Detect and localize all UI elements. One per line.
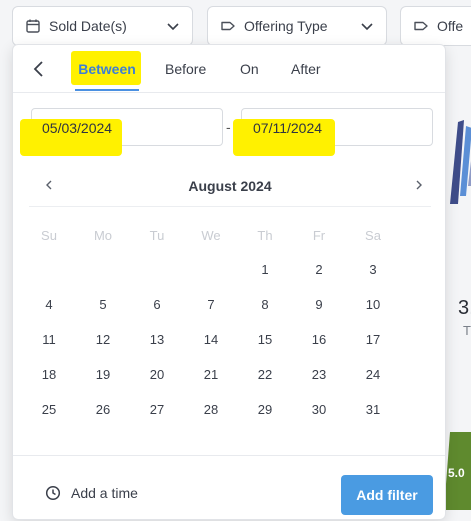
calendar-day[interactable]: 26 [83,402,123,417]
offering-filter-truncated[interactable]: Offe [400,6,471,46]
calendar-day[interactable]: 18 [29,367,69,382]
weekday-label: Th [257,228,273,243]
chevron-down-icon [167,23,179,31]
sold-dates-filter[interactable]: Sold Date(s) [12,6,193,46]
sold-dates-label: Sold Date(s) [49,18,127,34]
calendar-day[interactable]: 17 [353,332,393,347]
calendar-day[interactable]: 1 [245,262,285,277]
offering-type-filter[interactable]: Offering Type [207,6,387,46]
calendar-day[interactable]: 19 [83,367,123,382]
month-navigator: August 2024 [29,165,431,207]
weekday-label: Mo [93,228,113,243]
calendar-day[interactable]: 5 [83,297,123,312]
weekday-label: Fr [312,228,326,243]
end-date-input[interactable]: 07/11/2024 [233,108,433,156]
calendar-day[interactable]: 21 [191,367,231,382]
calendar-day[interactable]: 12 [83,332,123,347]
calendar-day[interactable]: 29 [245,402,285,417]
calendar-day[interactable]: 28 [191,402,231,417]
add-time-label: Add a time [71,485,138,501]
weekday-label: We [201,228,221,243]
tab-after[interactable]: After [291,61,321,77]
background-percent: 5.0 [448,466,465,480]
calendar-day[interactable]: 2 [299,262,339,277]
calendar-day[interactable]: 8 [245,297,285,312]
chevron-down-icon [361,23,373,31]
calendar-icon [26,19,40,33]
weekday-label: Sa [365,228,381,243]
calendar-day[interactable]: 27 [137,402,177,417]
calendar-day[interactable]: 7 [191,297,231,312]
weekday-label: Su [41,228,57,243]
calendar-day[interactable]: 30 [299,402,339,417]
tab-between[interactable]: Between [77,61,137,77]
weekday-label: Tu [149,228,165,243]
start-date-value: 05/03/2024 [42,120,113,136]
tab-on[interactable]: On [240,61,259,77]
add-time-button[interactable]: Add a time [45,485,138,501]
tab-before[interactable]: Before [165,61,206,77]
chevron-right-icon[interactable] [411,177,427,193]
calendar-day[interactable]: 31 [353,402,393,417]
background-stat-number: 3. [458,297,471,319]
offering-type-label: Offering Type [244,18,328,34]
calendar-day[interactable]: 3 [353,262,393,277]
calendar-day[interactable]: 10 [353,297,393,312]
start-date-input[interactable]: 05/03/2024 [20,108,223,156]
calendar-day[interactable]: 4 [29,297,69,312]
back-arrow-icon[interactable] [29,59,49,79]
popup-footer: Add a time Add filter [13,455,445,521]
tag-icon [414,21,428,31]
calendar-day[interactable]: 9 [299,297,339,312]
tag-icon [221,21,235,31]
calendar-day[interactable]: 11 [29,332,69,347]
date-range-separator: - [226,119,231,135]
date-mode-tabs: Between Before On After [13,45,445,93]
calendar-day[interactable]: 20 [137,367,177,382]
calendar-day[interactable]: 14 [191,332,231,347]
calendar-day[interactable]: 6 [137,297,177,312]
date-filter-popup: Between Before On After 05/03/2024 - 07/… [12,44,446,520]
calendar-day[interactable]: 23 [299,367,339,382]
add-filter-button[interactable]: Add filter [341,475,433,515]
offering-filter-label: Offe [437,18,464,34]
calendar-day[interactable]: 16 [299,332,339,347]
active-tab-indicator [75,89,139,91]
calendar-day[interactable]: 13 [137,332,177,347]
calendar-day[interactable]: 22 [245,367,285,382]
background-stat-label: T [463,323,471,338]
calendar-day[interactable]: 25 [29,402,69,417]
end-date-value: 07/11/2024 [253,120,323,136]
month-title: August 2024 [188,178,272,194]
background-chart-bars [450,120,471,204]
calendar-day[interactable]: 24 [353,367,393,382]
calendar-day[interactable]: 15 [245,332,285,347]
clock-icon [45,485,61,501]
